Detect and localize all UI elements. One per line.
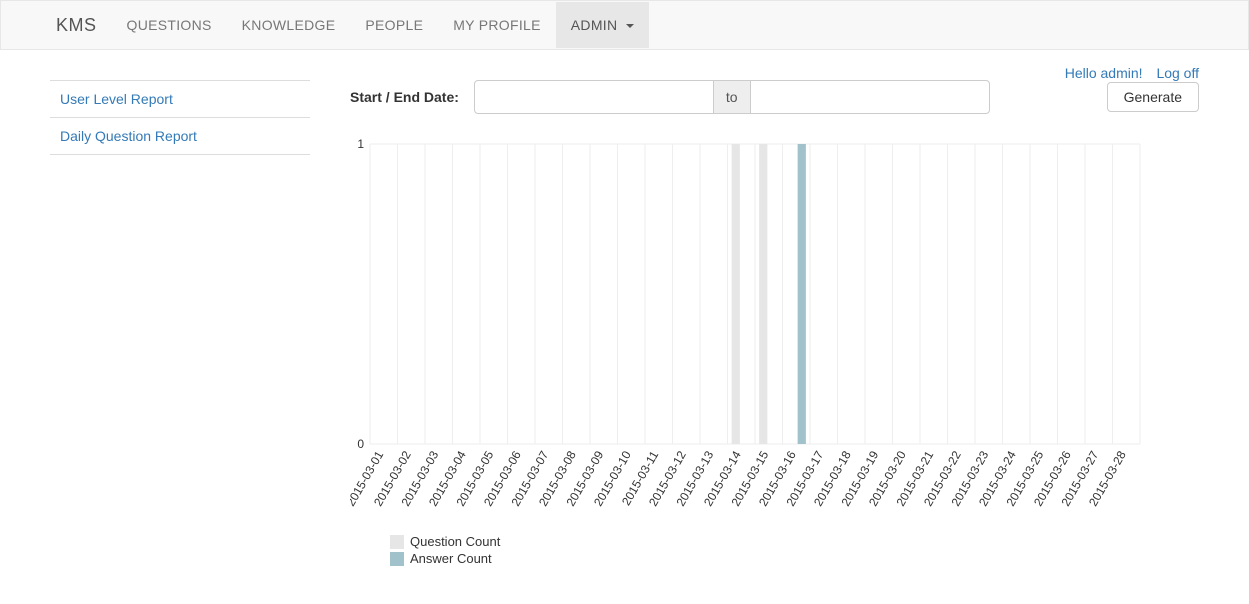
page-container: Hello admin! Log off User Level ReportDa… [0, 50, 1249, 588]
nav-item-people[interactable]: PEOPLE [350, 2, 438, 48]
nav-item-my-profile[interactable]: MY PROFILE [438, 2, 556, 48]
legend-label-question: Question Count [410, 534, 500, 549]
sidebar: User Level ReportDaily Question Report [50, 80, 310, 568]
nav-item-admin[interactable]: ADMIN [556, 2, 649, 48]
chart-svg: 012015-03-012015-03-022015-03-032015-03-… [350, 134, 1150, 524]
top-links: Hello admin! Log off [1055, 65, 1199, 81]
main-content: Start / End Date: to Generate 012015-03-… [350, 80, 1199, 568]
navbar-nav: QUESTIONS KNOWLEDGE PEOPLE MY PROFILE AD… [112, 2, 649, 48]
date-label: Start / End Date: [350, 89, 459, 105]
bar [759, 144, 767, 444]
sidebar-item-daily-question-report[interactable]: Daily Question Report [50, 118, 310, 155]
navbar: KMS QUESTIONS KNOWLEDGE PEOPLE MY PROFIL… [0, 0, 1249, 50]
date-filter-row: Start / End Date: to Generate [350, 80, 1199, 114]
to-addon: to [714, 80, 750, 114]
legend-question: Question Count [390, 534, 1150, 549]
legend-swatch-question [390, 535, 404, 549]
navbar-brand[interactable]: KMS [56, 15, 112, 36]
caret-icon [626, 24, 634, 28]
sidebar-item-user-level-report[interactable]: User Level Report [50, 81, 310, 118]
greeting-link[interactable]: Hello admin! [1065, 65, 1143, 81]
bar [732, 144, 740, 444]
legend-label-answer: Answer Count [410, 551, 492, 566]
generate-button[interactable]: Generate [1107, 82, 1199, 112]
legend: Question Count Answer Count [390, 534, 1150, 566]
nav-item-knowledge[interactable]: KNOWLEDGE [227, 2, 351, 48]
date-input-group: to [474, 80, 990, 114]
legend-answer: Answer Count [390, 551, 1150, 566]
svg-text:0: 0 [357, 437, 364, 451]
nav-item-questions[interactable]: QUESTIONS [112, 2, 227, 48]
bar [798, 144, 806, 444]
legend-swatch-answer [390, 552, 404, 566]
svg-text:1: 1 [357, 137, 364, 151]
start-date-input[interactable] [474, 80, 714, 114]
sidebar-list: User Level ReportDaily Question Report [50, 80, 310, 155]
chart: 012015-03-012015-03-022015-03-032015-03-… [350, 134, 1150, 566]
end-date-input[interactable] [750, 80, 990, 114]
logoff-link[interactable]: Log off [1156, 65, 1199, 81]
